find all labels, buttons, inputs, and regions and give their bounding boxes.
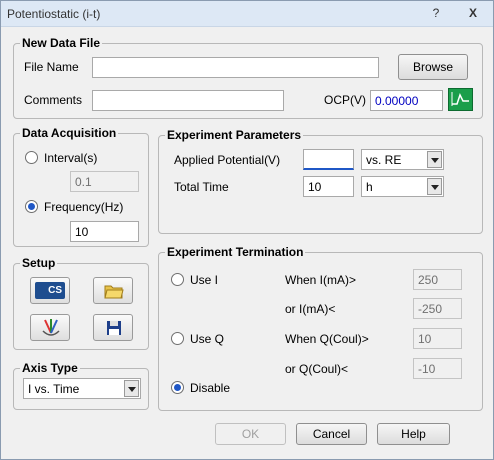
or-i-label: or I(mA)< (285, 302, 336, 316)
use-q-radio[interactable] (171, 332, 184, 345)
frequency-radio[interactable] (25, 200, 38, 213)
axis-type-legend: Axis Type (20, 361, 80, 375)
interval-label: Interval(s) (44, 151, 98, 165)
file-name-label: File Name (24, 60, 79, 74)
cs-device-button[interactable]: CS (30, 277, 70, 304)
applied-potential-input[interactable] (303, 149, 354, 170)
time-unit-select[interactable]: h (361, 176, 444, 197)
or-q-input[interactable] (413, 358, 462, 379)
electrode-setup-button[interactable] (30, 314, 70, 341)
experiment-termination-legend: Experiment Termination (165, 245, 306, 259)
or-q-label: or Q(Coul)< (285, 362, 349, 376)
interval-radio[interactable] (25, 151, 38, 164)
electrode-icon (42, 319, 60, 336)
save-button[interactable] (93, 314, 133, 341)
when-q-input[interactable] (413, 328, 462, 349)
data-acquisition-legend: Data Acquisition (20, 126, 119, 140)
axis-type-select[interactable]: I vs. Time (23, 378, 141, 399)
new-data-file-legend: New Data File (20, 36, 103, 50)
folder-icon (104, 285, 124, 299)
close-button[interactable]: X (465, 6, 481, 20)
or-i-input[interactable] (413, 298, 462, 319)
total-time-input[interactable] (303, 176, 354, 197)
reference-select[interactable]: vs. RE (361, 149, 444, 170)
interval-input[interactable] (70, 171, 139, 192)
ok-button[interactable]: OK (215, 423, 286, 445)
cs-icon-label: CS (48, 285, 62, 296)
cs-device-icon: CS (35, 282, 65, 299)
chevron-down-icon (124, 380, 139, 397)
help-title-button[interactable]: ? (428, 6, 444, 20)
use-i-label: Use I (190, 273, 219, 287)
title-bar: Potentiostatic (i-t) ? X (1, 1, 493, 27)
experiment-parameters-legend: Experiment Parameters (165, 128, 304, 142)
setup-legend: Setup (20, 256, 58, 270)
axis-type-value: I vs. Time (28, 382, 80, 396)
open-folder-button[interactable] (93, 277, 133, 304)
disable-radio[interactable] (171, 381, 184, 394)
frequency-label: Frequency(Hz) (44, 200, 124, 214)
cancel-button[interactable]: Cancel (296, 423, 367, 445)
ocp-value-field[interactable] (370, 90, 443, 111)
use-i-radio[interactable] (171, 273, 184, 286)
floppy-disk-icon (107, 321, 121, 335)
help-button[interactable]: Help (377, 423, 450, 445)
comments-label: Comments (24, 93, 83, 107)
browse-button[interactable]: Browse (398, 54, 468, 80)
frequency-input[interactable] (70, 221, 139, 242)
when-i-input[interactable] (413, 269, 462, 290)
comments-input[interactable] (92, 90, 284, 111)
ocp-label: OCP(V) (324, 93, 366, 107)
reference-value: vs. RE (366, 153, 402, 167)
when-q-label: When Q(Coul)> (285, 332, 369, 346)
file-name-input[interactable] (92, 57, 379, 78)
time-unit-value: h (366, 180, 373, 194)
dialog-window: Potentiostatic (i-t) ? X New Data File F… (0, 0, 494, 460)
disable-label: Disable (190, 381, 231, 395)
use-q-label: Use Q (190, 332, 225, 346)
applied-potential-label: Applied Potential(V) (174, 153, 281, 167)
window-title: Potentiostatic (i-t) (7, 7, 101, 21)
chevron-down-icon (427, 151, 442, 168)
total-time-label: Total Time (174, 180, 229, 194)
when-i-label: When I(mA)> (285, 273, 357, 287)
chevron-down-icon (427, 178, 442, 195)
chart-icon[interactable] (448, 88, 473, 111)
